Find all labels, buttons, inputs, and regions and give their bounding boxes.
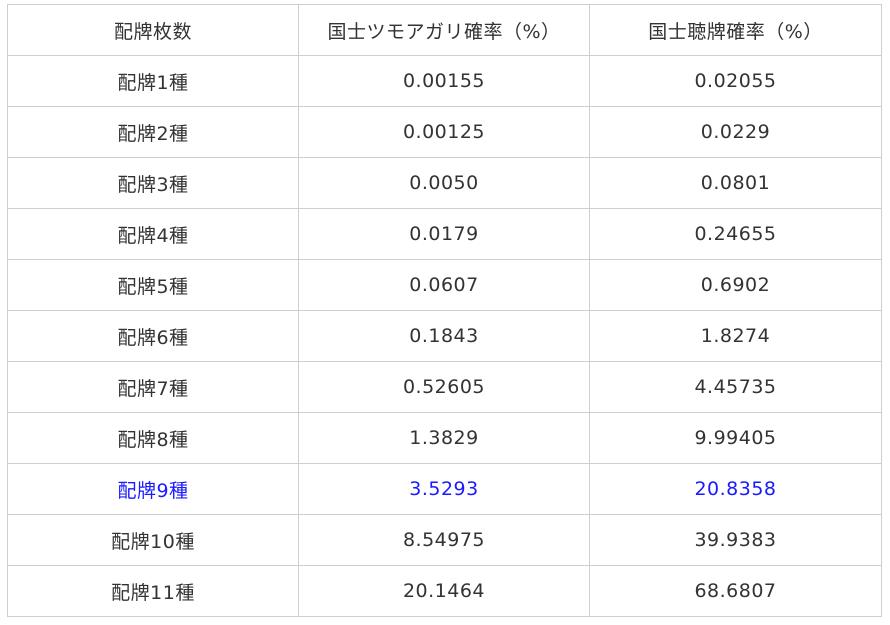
cell-haipai-count: 配牌8種 [7, 412, 299, 464]
cell-tsumo-probability: 0.0050 [298, 157, 590, 209]
table-row-highlighted: 配牌9種 3.5293 20.8358 [7, 463, 882, 515]
cell-tsumo-probability: 3.5293 [298, 463, 590, 515]
cell-haipai-count: 配牌1種 [7, 55, 299, 107]
cell-tsumo-probability: 0.1843 [298, 310, 590, 362]
header-tsumo-probability: 国士ツモアガリ確率（%） [298, 4, 590, 56]
cell-haipai-count: 配牌6種 [7, 310, 299, 362]
cell-haipai-count: 配牌7種 [7, 361, 299, 413]
cell-tenpai-probability: 0.0229 [589, 106, 882, 158]
cell-tsumo-probability: 0.0607 [298, 259, 590, 311]
header-tenpai-probability: 国士聴牌確率（%） [589, 4, 882, 56]
cell-tsumo-probability: 20.1464 [298, 565, 590, 617]
table-row: 配牌2種 0.00125 0.0229 [7, 106, 882, 158]
probability-table: 配牌枚数 国士ツモアガリ確率（%） 国士聴牌確率（%） 配牌1種 0.00155… [7, 4, 882, 617]
cell-tenpai-probability: 39.9383 [589, 514, 882, 566]
cell-haipai-count: 配牌4種 [7, 208, 299, 260]
cell-tsumo-probability: 0.0179 [298, 208, 590, 260]
header-haipai-count: 配牌枚数 [7, 4, 299, 56]
table-row: 配牌8種 1.3829 9.99405 [7, 412, 882, 464]
table-header-row: 配牌枚数 国士ツモアガリ確率（%） 国士聴牌確率（%） [7, 4, 882, 56]
cell-tenpai-probability: 0.6902 [589, 259, 882, 311]
table-row: 配牌1種 0.00155 0.02055 [7, 55, 882, 107]
cell-haipai-count: 配牌3種 [7, 157, 299, 209]
table-row: 配牌4種 0.0179 0.24655 [7, 208, 882, 260]
cell-tenpai-probability: 0.02055 [589, 55, 882, 107]
table-row: 配牌3種 0.0050 0.0801 [7, 157, 882, 209]
probability-table-container: 配牌枚数 国士ツモアガリ確率（%） 国士聴牌確率（%） 配牌1種 0.00155… [7, 4, 882, 617]
cell-tenpai-probability: 9.99405 [589, 412, 882, 464]
table-row: 配牌7種 0.52605 4.45735 [7, 361, 882, 413]
cell-tenpai-probability: 0.0801 [589, 157, 882, 209]
cell-tenpai-probability: 68.6807 [589, 565, 882, 617]
cell-haipai-count: 配牌2種 [7, 106, 299, 158]
cell-tsumo-probability: 8.54975 [298, 514, 590, 566]
cell-haipai-count: 配牌11種 [7, 565, 299, 617]
cell-tsumo-probability: 0.00125 [298, 106, 590, 158]
cell-tenpai-probability: 0.24655 [589, 208, 882, 260]
cell-haipai-count: 配牌10種 [7, 514, 299, 566]
table-row: 配牌6種 0.1843 1.8274 [7, 310, 882, 362]
cell-tsumo-probability: 0.00155 [298, 55, 590, 107]
cell-haipai-count: 配牌9種 [7, 463, 299, 515]
table-row: 配牌11種 20.1464 68.6807 [7, 565, 882, 617]
cell-tenpai-probability: 4.45735 [589, 361, 882, 413]
cell-haipai-count: 配牌5種 [7, 259, 299, 311]
cell-tsumo-probability: 0.52605 [298, 361, 590, 413]
table-row: 配牌10種 8.54975 39.9383 [7, 514, 882, 566]
cell-tsumo-probability: 1.3829 [298, 412, 590, 464]
table-row: 配牌5種 0.0607 0.6902 [7, 259, 882, 311]
cell-tenpai-probability: 1.8274 [589, 310, 882, 362]
cell-tenpai-probability: 20.8358 [589, 463, 882, 515]
